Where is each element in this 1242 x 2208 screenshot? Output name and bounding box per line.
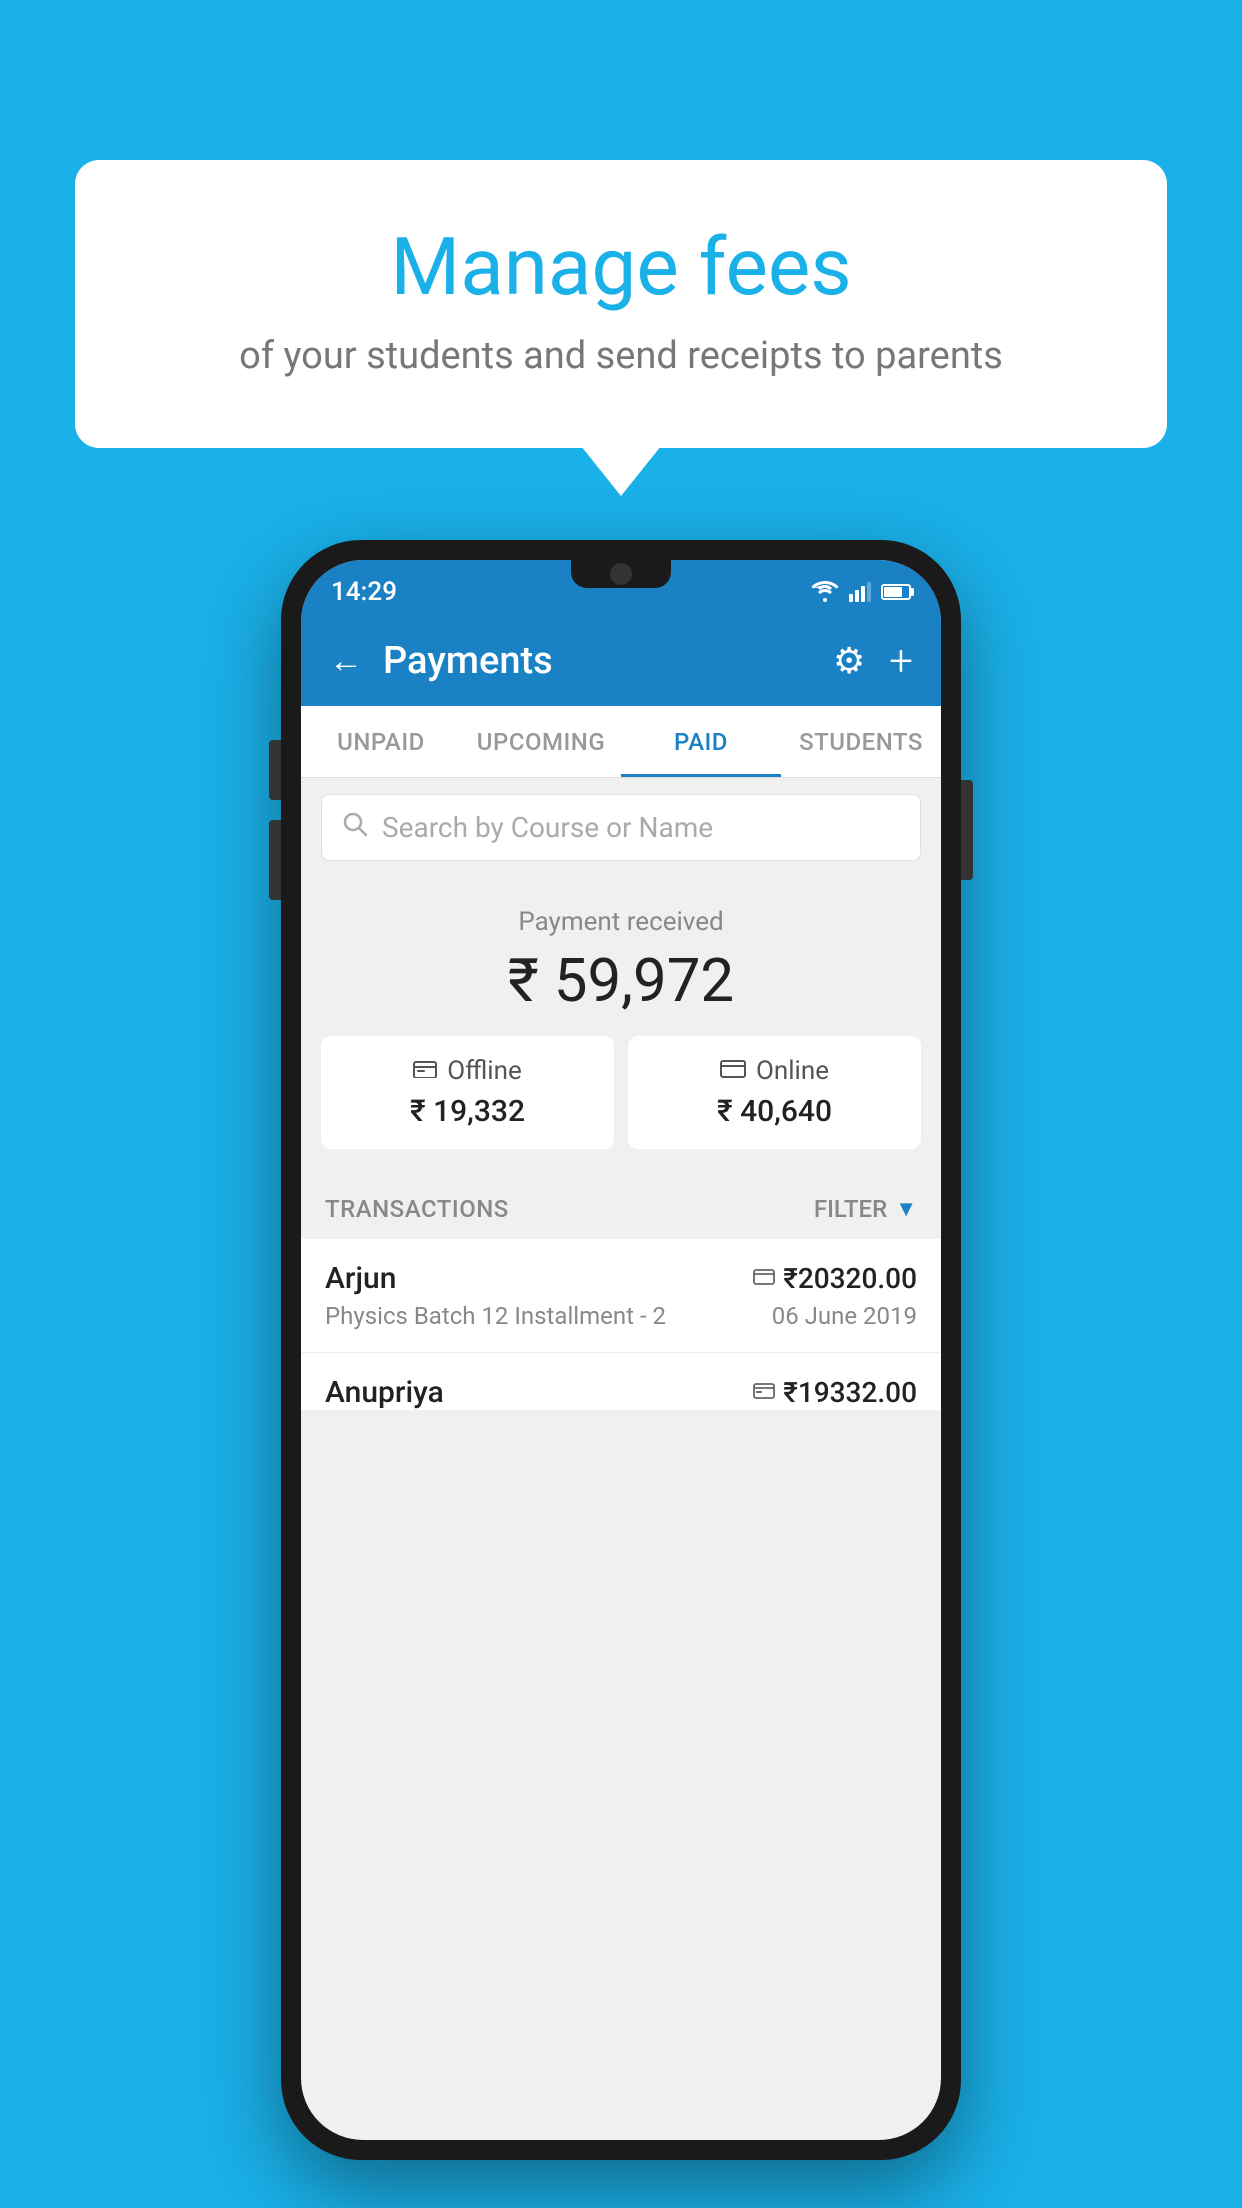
battery-icon <box>881 584 911 600</box>
phone-outer: 14:29 <box>281 540 961 2160</box>
tab-paid[interactable]: PAID <box>621 706 781 777</box>
payment-received-section: Payment received ₹ 59,972 <box>301 877 941 1179</box>
offline-amount: ₹ 19,332 <box>337 1094 598 1129</box>
offline-card-header: Offline <box>337 1056 598 1086</box>
transaction-amount-anupriya: ₹19332.00 <box>783 1376 917 1409</box>
power-button <box>961 780 973 880</box>
tabs-bar: UNPAID UPCOMING PAID STUDENTS <box>301 706 941 778</box>
transactions-header: TRANSACTIONS FILTER ▼ <box>301 1179 941 1239</box>
offline-card: Offline ₹ 19,332 <box>321 1036 614 1149</box>
search-container: Search by Course or Name <box>301 778 941 877</box>
app-bar-right: ⚙ + <box>833 637 913 686</box>
add-button[interactable]: + <box>889 637 913 686</box>
transaction-course-arjun: Physics Batch 12 Installment - 2 <box>325 1302 666 1330</box>
app-bar-left: ← Payments <box>329 639 553 683</box>
settings-button[interactable]: ⚙ <box>833 640 865 682</box>
back-button[interactable]: ← <box>329 641 363 681</box>
online-amount: ₹ 40,640 <box>644 1094 905 1129</box>
phone-device: 14:29 <box>281 540 961 2160</box>
transactions-label: TRANSACTIONS <box>325 1195 509 1223</box>
search-icon <box>342 811 368 844</box>
speech-bubble-container: Manage fees of your students and send re… <box>75 160 1167 448</box>
transaction-name-anupriya: Anupriya <box>325 1375 444 1410</box>
status-icons <box>811 581 911 603</box>
transaction-row-arjun[interactable]: Arjun ₹20320.00 Physics Batch 12 Install… <box>301 1239 941 1353</box>
transaction-top-anupriya: Anupriya ₹19332.00 <box>325 1375 917 1410</box>
bubble-subtitle: of your students and send receipts to pa… <box>155 334 1087 378</box>
transaction-amount-wrap-arjun: ₹20320.00 <box>753 1262 917 1295</box>
online-card-header: Online <box>644 1056 905 1086</box>
search-box[interactable]: Search by Course or Name <box>321 794 921 861</box>
payment-cards: Offline ₹ 19,332 <box>321 1036 921 1159</box>
transaction-card-icon-anupriya <box>753 1380 775 1405</box>
transaction-amount-wrap-anupriya: ₹19332.00 <box>753 1376 917 1409</box>
tab-students[interactable]: STUDENTS <box>781 706 941 777</box>
transaction-card-icon-arjun <box>753 1266 775 1291</box>
online-label: Online <box>756 1056 829 1086</box>
app-bar-title: Payments <box>383 639 553 683</box>
speech-bubble: Manage fees of your students and send re… <box>75 160 1167 448</box>
tab-upcoming[interactable]: UPCOMING <box>461 706 621 777</box>
payment-received-label: Payment received <box>321 907 921 937</box>
phone-notch <box>571 560 671 588</box>
transaction-date-arjun: 06 June 2019 <box>772 1302 917 1330</box>
app-bar: ← Payments ⚙ + <box>301 616 941 706</box>
search-placeholder: Search by Course or Name <box>382 811 713 844</box>
phone-screen: 14:29 <box>301 560 941 2140</box>
transaction-amount-arjun: ₹20320.00 <box>783 1262 917 1295</box>
transaction-name-arjun: Arjun <box>325 1261 396 1296</box>
volume-down-button <box>269 820 281 900</box>
offline-icon <box>413 1058 437 1084</box>
online-card: Online ₹ 40,640 <box>628 1036 921 1149</box>
bubble-title: Manage fees <box>155 220 1087 314</box>
phone-camera <box>610 563 632 585</box>
transaction-row-anupriya[interactable]: Anupriya ₹19332.00 <box>301 1353 941 1410</box>
offline-label: Offline <box>447 1056 522 1086</box>
filter-label: FILTER <box>814 1195 887 1223</box>
signal-icon <box>849 582 871 602</box>
transaction-bottom-arjun: Physics Batch 12 Installment - 2 06 June… <box>325 1302 917 1330</box>
payment-received-amount: ₹ 59,972 <box>321 945 921 1016</box>
filter-button[interactable]: FILTER ▼ <box>814 1195 917 1223</box>
wifi-icon <box>811 581 839 603</box>
transaction-top-arjun: Arjun ₹20320.00 <box>325 1261 917 1296</box>
online-icon <box>720 1059 746 1084</box>
filter-icon: ▼ <box>895 1196 917 1222</box>
status-time: 14:29 <box>331 577 397 607</box>
volume-up-button <box>269 740 281 800</box>
tab-unpaid[interactable]: UNPAID <box>301 706 461 777</box>
